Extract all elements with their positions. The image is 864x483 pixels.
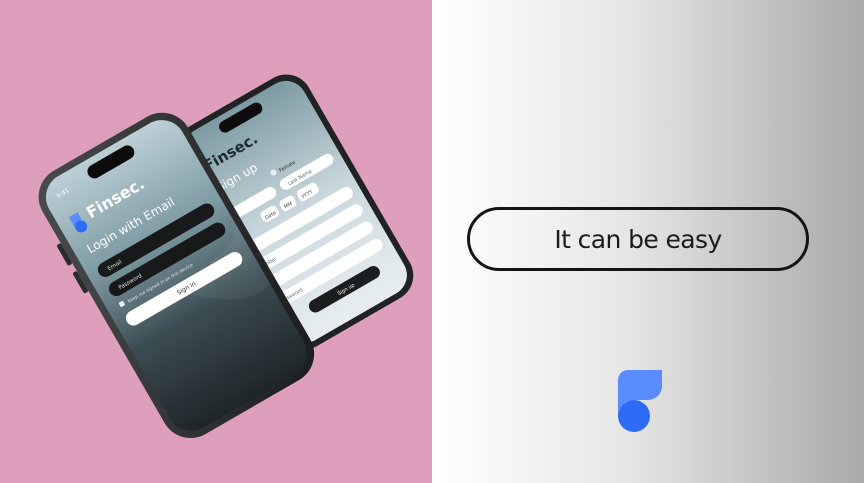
phone-mockups: Finsec. Sign up Female Last Name Date MM… bbox=[38, 74, 414, 439]
tagline-text: It can be easy bbox=[554, 224, 722, 254]
left-panel: Finsec. Sign up Female Last Name Date MM… bbox=[0, 0, 432, 483]
right-panel: It can be easy bbox=[432, 0, 864, 483]
tagline-pill-button[interactable]: It can be easy bbox=[467, 207, 809, 271]
finsec-logo-icon bbox=[618, 370, 662, 432]
